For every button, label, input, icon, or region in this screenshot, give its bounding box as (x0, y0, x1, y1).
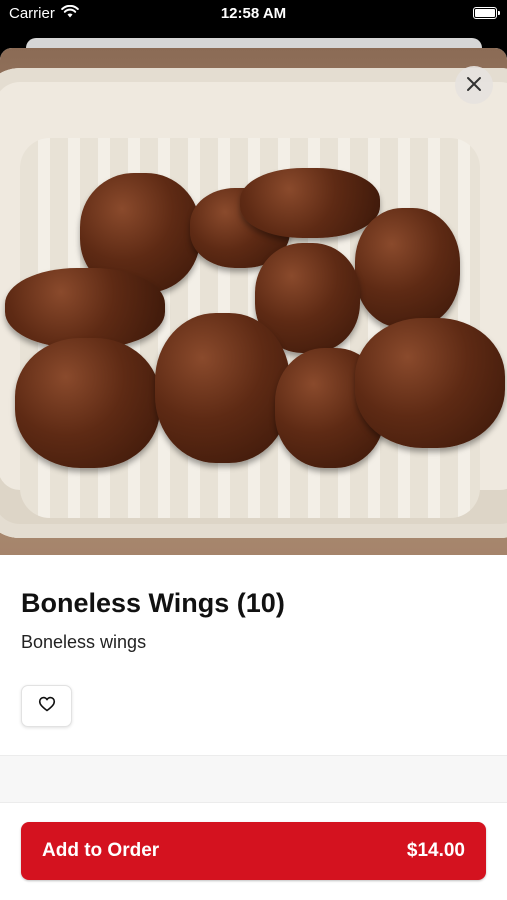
wing-piece (5, 268, 165, 348)
close-button[interactable] (455, 66, 493, 104)
favorite-button[interactable] (21, 685, 72, 727)
heart-outline-icon (38, 696, 56, 717)
status-bar: Carrier 12:58 AM (0, 0, 507, 30)
item-photo (0, 48, 507, 555)
wing-piece (240, 168, 380, 238)
wing-piece (15, 338, 160, 468)
battery-icon (473, 7, 500, 19)
wing-piece (355, 318, 505, 448)
add-to-order-label: Add to Order (42, 840, 160, 861)
order-price: $14.00 (406, 840, 465, 861)
item-description: Boneless wings (21, 632, 147, 652)
section-divider (0, 755, 507, 803)
wing-piece (155, 313, 290, 463)
wing-piece (355, 208, 460, 328)
status-time: 12:58 AM (220, 5, 287, 22)
item-title: Boneless Wings (10) (21, 588, 285, 618)
item-detail-sheet: Boneless Wings (10) Boneless wings Add t… (0, 48, 507, 900)
add-to-order-button[interactable]: Add to Order $14.00 (21, 822, 486, 880)
close-icon (466, 71, 482, 99)
